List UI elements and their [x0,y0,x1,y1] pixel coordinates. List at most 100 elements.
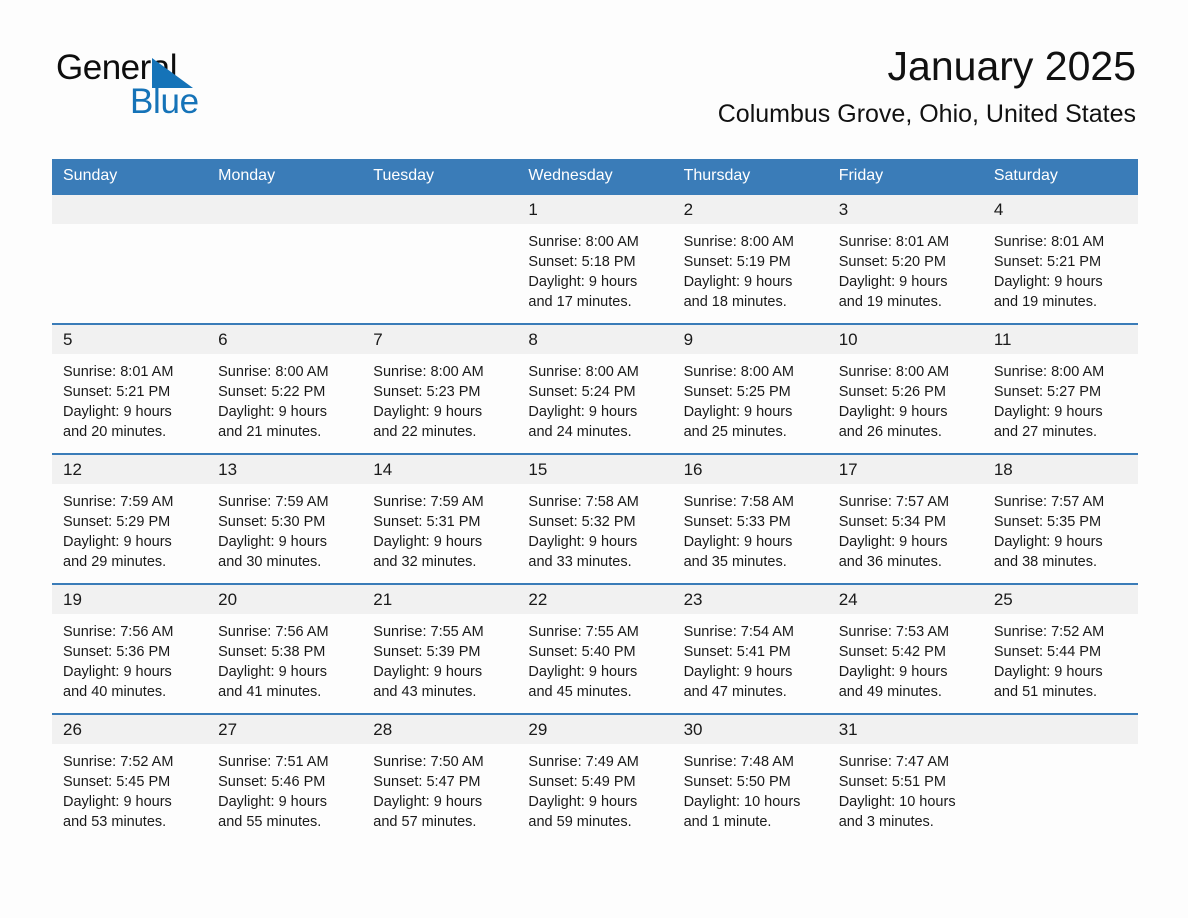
day-number: 30 [672,715,828,744]
day-cell[interactable]: 29 Sunrise: 7:49 AM Sunset: 5:49 PM Dayligh… [517,713,673,843]
day-detail-line: Daylight: 9 hours [218,404,327,420]
day-cell[interactable]: 21 Sunrise: 7:55 AM Sunset: 5:39 PM Dayligh… [362,583,518,714]
day-number: 24 [827,585,983,614]
weekday-header-tuesday: Tuesday [362,159,518,194]
day-detail-line: Sunrise: 8:00 AM [683,364,794,380]
day-cell[interactable]: 28 Sunrise: 7:50 AM Sunset: 5:47 PM Dayligh… [362,713,518,843]
day-cell-inner: 8 Sunrise: 8:00 AM Sunset: 5:24 PM Daylight… [517,325,673,453]
day-details [207,224,362,232]
day-cell-inner: 27 Sunrise: 7:51 AM Sunset: 5:46 PM Dayligh… [207,715,363,843]
day-detail-line: and 38 minutes. [993,554,1098,570]
day-number: 4 [982,195,1138,224]
day-detail-line: Daylight: 9 hours [528,664,638,680]
day-detail-line: Daylight: 10 hours [683,794,801,810]
day-cell[interactable]: 3 Sunrise: 8:01 AM Sunset: 5:20 PM Daylight… [827,193,983,324]
day-detail-line: Sunrise: 7:52 AM [63,754,174,770]
weekday-header-wednesday: Wednesday [517,159,673,194]
day-detail-line: Sunset: 5:50 PM [683,774,791,790]
day-detail-line: and 17 minutes. [528,294,632,310]
day-detail-line: Sunset: 5:40 PM [528,644,636,660]
day-detail-line: and 22 minutes. [373,424,477,440]
day-cell[interactable]: 5 Sunrise: 8:01 AM Sunset: 5:21 PM Daylight… [52,323,208,454]
day-details: Sunrise: 7:55 AM Sunset: 5:40 PM Daylight:… [517,614,672,702]
day-cell[interactable]: 2 Sunrise: 8:00 AM Sunset: 5:19 PM Daylight… [672,193,828,324]
day-detail-line: Sunrise: 7:50 AM [373,754,484,770]
day-detail-line: Sunset: 5:31 PM [373,514,481,530]
day-cell[interactable]: 10 Sunrise: 8:00 AM Sunset: 5:26 PM Dayligh… [827,323,983,454]
day-cell-inner: 3 Sunrise: 8:01 AM Sunset: 5:20 PM Daylight… [827,195,983,323]
day-cell[interactable]: 9 Sunrise: 8:00 AM Sunset: 5:25 PM Daylight… [672,323,828,454]
day-cell-inner: 15 Sunrise: 7:58 AM Sunset: 5:32 PM Dayligh… [517,455,673,583]
day-number: 26 [52,715,208,744]
day-number: 19 [52,585,208,614]
day-cell[interactable]: 27 Sunrise: 7:51 AM Sunset: 5:46 PM Dayligh… [207,713,363,843]
day-cell[interactable]: 22 Sunrise: 7:55 AM Sunset: 5:40 PM Dayligh… [517,583,673,714]
day-detail-line: Sunrise: 7:52 AM [993,624,1105,640]
day-cell-inner: 16 Sunrise: 7:58 AM Sunset: 5:33 PM Dayligh… [672,455,828,583]
day-cell[interactable]: 19 Sunrise: 7:56 AM Sunset: 5:36 PM Dayligh… [52,583,208,714]
day-cell[interactable]: 14 Sunrise: 7:59 AM Sunset: 5:31 PM Dayligh… [362,453,518,584]
day-details [52,224,207,232]
day-number: 25 [982,585,1138,614]
day-number: 2 [672,195,828,224]
day-number: 23 [672,585,828,614]
day-number: 15 [517,455,673,484]
day-cell[interactable]: 23 Sunrise: 7:54 AM Sunset: 5:41 PM Dayligh… [672,583,828,714]
day-cell[interactable]: 18 Sunrise: 7:57 AM Sunset: 5:35 PM Dayligh… [982,453,1138,584]
day-cell[interactable]: 31 Sunrise: 7:47 AM Sunset: 5:51 PM Dayligh… [827,713,983,843]
general-blue-logo[interactable]: General Blue [56,50,286,120]
day-detail-line: and 29 minutes. [63,554,167,570]
day-number: 6 [207,325,363,354]
day-detail-line: and 59 minutes. [528,814,632,830]
day-cell-inner: 24 Sunrise: 7:53 AM Sunset: 5:42 PM Dayligh… [827,585,983,713]
day-cell-inner: 20 Sunrise: 7:56 AM Sunset: 5:38 PM Dayligh… [207,585,363,713]
day-number: 8 [517,325,673,354]
day-detail-line: Sunset: 5:32 PM [528,514,636,530]
day-detail-line: Daylight: 9 hours [838,664,948,680]
day-detail-line: Sunrise: 8:00 AM [218,364,329,380]
day-cell[interactable]: 12 Sunrise: 7:59 AM Sunset: 5:29 PM Dayligh… [52,453,208,584]
weekday-header-thursday: Thursday [672,159,828,194]
day-detail-line: Sunrise: 7:58 AM [528,494,639,510]
day-cell[interactable]: 25 Sunrise: 7:52 AM Sunset: 5:44 PM Dayligh… [982,583,1138,714]
day-cell[interactable]: 7 Sunrise: 8:00 AM Sunset: 5:23 PM Daylight… [362,323,518,454]
day-details: Sunrise: 8:01 AM Sunset: 5:21 PM Daylight:… [983,224,1138,312]
day-detail-line: Sunset: 5:51 PM [838,774,946,790]
day-cell-inner: 5 Sunrise: 8:01 AM Sunset: 5:21 PM Daylight… [52,325,208,453]
day-cell-inner: 28 Sunrise: 7:50 AM Sunset: 5:47 PM Dayligh… [362,715,518,843]
day-detail-line: Daylight: 9 hours [218,794,327,810]
day-cell[interactable]: 13 Sunrise: 7:59 AM Sunset: 5:30 PM Dayligh… [207,453,363,584]
day-cell[interactable]: 16 Sunrise: 7:58 AM Sunset: 5:33 PM Dayligh… [672,453,828,584]
day-cell-inner: 6 Sunrise: 8:00 AM Sunset: 5:22 PM Daylight… [207,325,363,453]
day-cell[interactable]: 1 Sunrise: 8:00 AM Sunset: 5:18 PM Daylight… [517,193,673,324]
calendar-week-row: 19 Sunrise: 7:56 AM Sunset: 5:36 PM Dayligh… [52,583,1138,714]
day-cell[interactable]: 26 Sunrise: 7:52 AM Sunset: 5:45 PM Dayligh… [52,713,208,843]
title-block: January 2025 Columbus Grove, Ohio, Unite… [718,43,1136,129]
day-cell-inner: 4 Sunrise: 8:01 AM Sunset: 5:21 PM Daylight… [982,195,1138,323]
day-detail-line: Sunrise: 8:01 AM [63,364,174,380]
day-details [362,224,517,232]
day-cell[interactable]: 4 Sunrise: 8:01 AM Sunset: 5:21 PM Daylight… [982,193,1138,324]
day-cell[interactable]: 15 Sunrise: 7:58 AM Sunset: 5:32 PM Dayligh… [517,453,673,584]
day-detail-line: Sunset: 5:36 PM [63,644,171,660]
day-cell-inner: 23 Sunrise: 7:54 AM Sunset: 5:41 PM Dayligh… [672,585,828,713]
day-cell-inner: 1 Sunrise: 8:00 AM Sunset: 5:18 PM Daylight… [517,195,673,323]
day-number [52,195,208,224]
day-detail-line: and 26 minutes. [838,424,942,440]
day-cell[interactable]: 30 Sunrise: 7:48 AM Sunset: 5:50 PM Dayligh… [672,713,828,843]
day-cell[interactable]: 6 Sunrise: 8:00 AM Sunset: 5:22 PM Daylight… [207,323,363,454]
day-detail-line: Daylight: 9 hours [528,534,638,550]
day-details: Sunrise: 7:58 AM Sunset: 5:32 PM Daylight:… [517,484,672,572]
day-cell[interactable]: 17 Sunrise: 7:57 AM Sunset: 5:34 PM Dayligh… [827,453,983,584]
day-cell[interactable]: 8 Sunrise: 8:00 AM Sunset: 5:24 PM Daylight… [517,323,673,454]
day-detail-line: Sunrise: 8:00 AM [528,234,639,250]
day-detail-line: and 19 minutes. [838,294,942,310]
day-detail-line: Sunrise: 7:55 AM [373,624,484,640]
day-detail-line: Daylight: 9 hours [373,794,483,810]
day-detail-line: Sunset: 5:45 PM [63,774,171,790]
day-cell-empty [362,193,518,324]
day-cell[interactable]: 24 Sunrise: 7:53 AM Sunset: 5:42 PM Dayligh… [827,583,983,714]
day-detail-line: Sunrise: 7:57 AM [993,494,1105,510]
day-cell[interactable]: 11 Sunrise: 8:00 AM Sunset: 5:27 PM Dayligh… [982,323,1138,454]
day-cell[interactable]: 20 Sunrise: 7:56 AM Sunset: 5:38 PM Dayligh… [207,583,363,714]
